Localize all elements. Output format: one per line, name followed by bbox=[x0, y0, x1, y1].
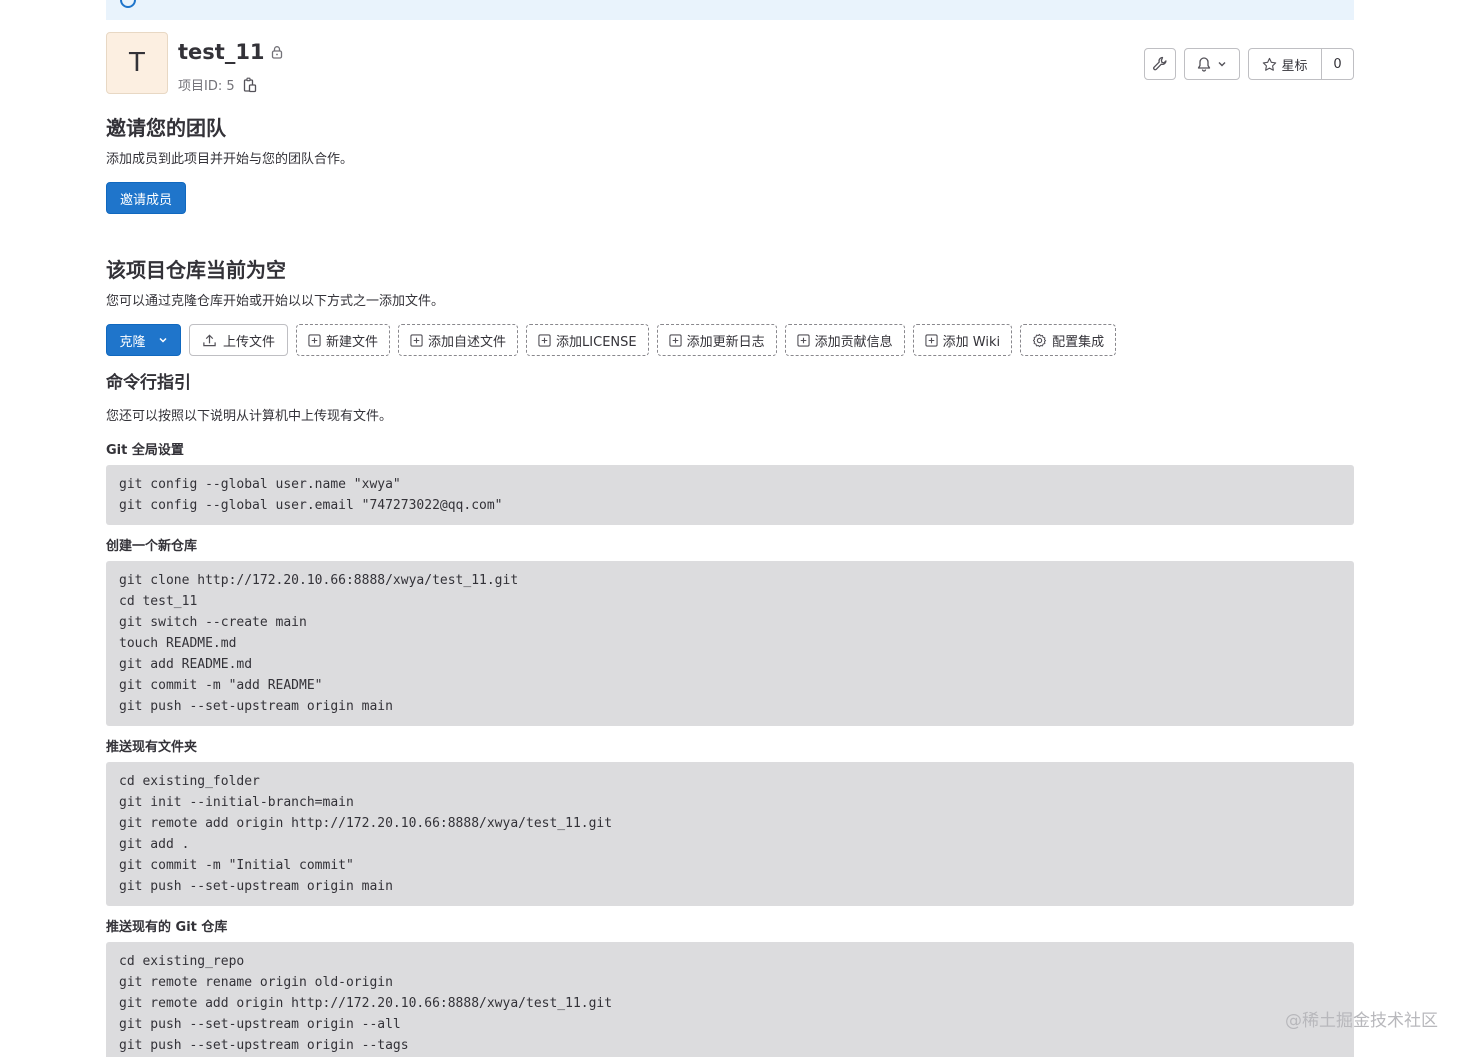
push-existing-folder-title: 推送现有文件夹 bbox=[106, 740, 198, 755]
code-line: git remote add origin http://172.20.10.6… bbox=[119, 996, 613, 1011]
code-line: touch README.md bbox=[119, 636, 237, 651]
project-header: T test_11 项目ID: 5 星标 0 bbox=[106, 32, 1354, 96]
project-page: T test_11 项目ID: 5 星标 0 邀请您的团队 添加成员到此项目并开… bbox=[0, 0, 1466, 1057]
watermark: @稀土掘金技术社区 bbox=[1285, 1011, 1438, 1031]
code-line: git switch --create main bbox=[119, 615, 307, 630]
code-line: git push --set-upstream origin main bbox=[119, 879, 393, 894]
empty-repo-title: 该项目仓库当前为空 bbox=[106, 258, 286, 282]
new-file-label: 新建文件 bbox=[326, 334, 379, 350]
code-line: cd existing_folder bbox=[119, 774, 260, 789]
invite-title: 邀请您的团队 bbox=[106, 116, 226, 140]
chevron-down-icon bbox=[158, 337, 167, 343]
chevron-down-icon bbox=[1218, 62, 1226, 67]
notifications-dropdown-button[interactable] bbox=[1184, 48, 1240, 80]
add-contributing-label: 添加贡献信息 bbox=[814, 334, 893, 350]
git-global-setup-title: Git 全局设置 bbox=[106, 443, 184, 458]
clone-label: 克隆 bbox=[119, 334, 146, 350]
project-id-row: 项目ID: 5 bbox=[178, 75, 257, 94]
upload-file-button[interactable]: 上传文件 bbox=[189, 324, 289, 356]
invite-members-button[interactable]: 邀请成员 bbox=[106, 182, 186, 214]
add-license-button[interactable]: 添加LICENSE bbox=[526, 324, 649, 356]
create-new-repo-title: 创建一个新仓库 bbox=[106, 539, 198, 554]
star-button[interactable]: 星标 bbox=[1249, 49, 1322, 79]
git-global-setup-code[interactable]: git config --global user.name "xwya" git … bbox=[106, 465, 1354, 525]
invite-description: 添加成员到此项目并开始与您的团队合作。 bbox=[106, 152, 354, 167]
add-changelog-button[interactable]: 添加更新日志 bbox=[656, 324, 777, 356]
project-name[interactable]: test_11 bbox=[178, 40, 265, 64]
plus-square-icon bbox=[410, 333, 423, 347]
code-line: git commit -m "Initial commit" bbox=[119, 858, 354, 873]
cli-title: 命令行指引 bbox=[106, 373, 191, 393]
code-line: git push --set-upstream origin --all bbox=[119, 1017, 401, 1032]
add-readme-button[interactable]: 添加自述文件 bbox=[398, 324, 519, 356]
push-existing-folder-code[interactable]: cd existing_foldergit init --initial-bra… bbox=[106, 762, 1354, 906]
star-count[interactable]: 0 bbox=[1322, 49, 1353, 79]
star-button-group: 星标 0 bbox=[1248, 48, 1354, 80]
top-alert-banner bbox=[106, 0, 1354, 20]
lock-icon bbox=[271, 46, 282, 59]
push-existing-repo-code[interactable]: cd existing_repogit remote rename origin… bbox=[106, 942, 1354, 1057]
settings-wrench-button[interactable] bbox=[1144, 48, 1176, 80]
project-id: 项目ID: 5 bbox=[178, 79, 235, 94]
star-label: 星标 bbox=[1281, 58, 1308, 74]
code-line: git add . bbox=[119, 837, 190, 852]
wrench-icon bbox=[1153, 56, 1167, 71]
code-line: git config --global user.email "74727302… bbox=[119, 498, 503, 513]
configure-integrations-button[interactable]: 配置集成 bbox=[1020, 324, 1117, 356]
empty-repo-description: 您可以通过克隆仓库开始或开始以以下方式之一添加文件。 bbox=[106, 294, 445, 309]
info-icon bbox=[120, 0, 136, 8]
plus-square-icon bbox=[925, 333, 938, 347]
repo-action-buttons: 克隆 上传文件 新建文件 添加自述文件 添加LICENSE 添加更新日志 添加贡… bbox=[106, 324, 1117, 356]
add-contributing-button[interactable]: 添加贡献信息 bbox=[784, 324, 905, 356]
header-actions: 星标 0 bbox=[1144, 48, 1354, 80]
code-line: git push --set-upstream origin main bbox=[119, 699, 393, 714]
cli-description: 您还可以按照以下说明从计算机中上传现有文件。 bbox=[106, 409, 393, 424]
star-icon bbox=[1263, 57, 1277, 71]
code-line: git remote add origin http://172.20.10.6… bbox=[119, 816, 613, 831]
upload-icon bbox=[203, 333, 216, 346]
code-line: git push --set-upstream origin --tags bbox=[119, 1038, 409, 1053]
add-readme-label: 添加自述文件 bbox=[428, 334, 507, 350]
code-line: git init --initial-branch=main bbox=[119, 795, 354, 810]
main-content: T test_11 项目ID: 5 星标 0 邀请您的团队 添加成员到此项目并开… bbox=[106, 32, 1354, 1057]
add-license-label: 添加LICENSE bbox=[556, 334, 637, 350]
clone-dropdown-button[interactable]: 克隆 bbox=[106, 324, 181, 356]
bell-icon bbox=[1197, 57, 1211, 72]
code-line: cd existing_repo bbox=[119, 954, 245, 969]
plus-square-icon bbox=[668, 333, 682, 347]
plus-square-icon bbox=[538, 333, 551, 347]
upload-file-label: 上传文件 bbox=[223, 334, 276, 350]
code-line: git config --global user.name "xwya" bbox=[119, 477, 401, 492]
add-wiki-button[interactable]: 添加 Wiki bbox=[912, 324, 1013, 356]
plus-square-icon bbox=[796, 333, 810, 347]
code-line: git add README.md bbox=[119, 657, 253, 672]
plus-square-icon bbox=[308, 333, 321, 347]
create-new-repo-code[interactable]: git clone http://172.20.10.66:8888/xwya/… bbox=[106, 561, 1354, 726]
push-existing-repo-title: 推送现有的 Git 仓库 bbox=[106, 920, 228, 935]
project-avatar[interactable]: T bbox=[106, 32, 168, 94]
configure-integrations-label: 配置集成 bbox=[1052, 334, 1105, 350]
project-title-row: test_11 bbox=[178, 40, 283, 64]
add-changelog-label: 添加更新日志 bbox=[686, 334, 765, 350]
code-line: cd test_11 bbox=[119, 594, 198, 609]
code-line: git clone http://172.20.10.66:8888/xwya/… bbox=[119, 573, 519, 588]
code-line: git commit -m "add README" bbox=[119, 678, 323, 693]
settings-icon bbox=[1032, 333, 1047, 347]
code-line: git remote rename origin old-origin bbox=[119, 975, 393, 990]
add-wiki-label: 添加 Wiki bbox=[942, 334, 1001, 350]
copy-icon[interactable] bbox=[243, 77, 257, 93]
new-file-button[interactable]: 新建文件 bbox=[296, 324, 391, 356]
